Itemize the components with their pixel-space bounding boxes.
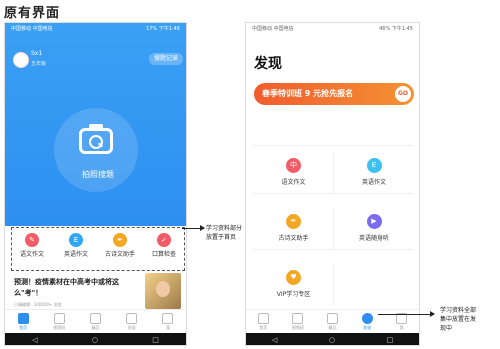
avatar[interactable] [13, 52, 29, 68]
page-caption: 原有界面 [4, 6, 61, 21]
tool-mental-math[interactable]: ✓ 口算检查 [145, 233, 183, 258]
nav-label: 视频班 [53, 325, 66, 330]
user-name: Sx1 [31, 50, 43, 57]
grid-label: 语文作文 [281, 179, 306, 186]
brush-icon: ✒ [113, 233, 127, 247]
nav-label: 发现 [363, 325, 372, 330]
phone-original-discover: 中国移动 中国电信 46% 下午1:45 发现 春季特训班 9 元抢先报名 GO… [245, 22, 420, 346]
article-thumbnail[interactable] [145, 273, 181, 309]
bottom-nav: 首页 视频班 精品 发现 我 [246, 309, 419, 334]
recents-icon[interactable]: □ [152, 336, 159, 344]
status-bar: 中国移动 中国电信 17% 下午1:46 [5, 23, 186, 35]
nav-label: 发现 [127, 325, 136, 330]
nav-label: 精品 [328, 325, 337, 330]
video-icon [53, 313, 65, 324]
nav-home[interactable]: 首页 [8, 310, 38, 334]
banner-text: 春季特训班 9 元抢先报名 [262, 89, 354, 98]
chinese-icon: 中 [286, 158, 301, 173]
video-icon [292, 313, 304, 324]
grid-poetry-helper[interactable]: ✒ 古诗文助手 [254, 208, 334, 250]
bottom-nav: 首页 视频班 精品 发现 我 [5, 309, 186, 334]
back-icon[interactable]: ◁ [32, 336, 37, 344]
tool-label: 古诗文助手 [104, 251, 135, 258]
user-grade: 五年级 [31, 61, 47, 67]
grid-label: VIP学习专区 [276, 291, 311, 298]
status-left: 中国移动 中国电信 [11, 26, 53, 32]
tool-chinese-essay[interactable]: ✎ 语文作文 [13, 233, 51, 258]
nav-home[interactable]: 首页 [248, 310, 278, 334]
nav-me[interactable]: 我 [153, 310, 183, 334]
play-icon [326, 313, 338, 324]
status-bar: 中国移动 中国电信 46% 下午1:45 [246, 23, 419, 35]
nav-label: 我 [399, 325, 404, 330]
grid-vip-zone[interactable]: ♥ VIP学习专区 [254, 264, 334, 306]
nav-premium[interactable]: 精品 [317, 310, 347, 334]
annotation-right-line1: 学习资料全部 [440, 307, 477, 314]
phone-original-home: 中国移动 中国电信 17% 下午1:46 Sx1 五年级 搜题记录 拍照搜题 ✎… [4, 22, 187, 346]
home-circle-icon[interactable]: ○ [329, 336, 335, 344]
play-icon [89, 313, 101, 324]
camera-icon [79, 128, 113, 154]
grid-chinese-essay[interactable]: 中语文作文 [254, 152, 334, 194]
annotation-left: 学习资料部分 放置于首页 [206, 224, 242, 242]
annotation-right-line2: 集中放置在发 [440, 316, 477, 323]
annotation-arrow-left [182, 225, 205, 231]
home-circle-icon[interactable]: ○ [92, 336, 98, 344]
listen-icon: ▶ [366, 214, 382, 229]
pen-icon: ✎ [25, 233, 39, 247]
article-meta: 小猿编辑 · 100000+ 浏览 [14, 302, 62, 307]
check-icon: ✓ [157, 233, 171, 247]
nav-label: 精品 [91, 325, 100, 330]
letter-e-icon: E [69, 233, 83, 247]
nav-video-class[interactable]: 视频班 [44, 310, 74, 334]
annotation-right: 学习资料全部 集中放置在发 现中 [440, 306, 476, 333]
system-nav-bar: ◁ ○ □ [246, 333, 419, 345]
system-nav-bar: ◁ ○ □ [5, 333, 186, 345]
grid-english-listening[interactable]: ▶ 英语随身听 [334, 208, 414, 250]
nav-label: 视频班 [291, 325, 304, 330]
tool-label: 语文作文 [19, 251, 44, 258]
annotation-left-line2: 放置于首页 [206, 234, 237, 241]
compass-icon [361, 313, 373, 324]
grid-label: 英语随身听 [358, 235, 389, 242]
status-right: 46% 下午1:45 [379, 26, 413, 32]
search-record-button[interactable]: 搜题记录 [149, 53, 183, 65]
annotation-right-line3: 现中 [440, 325, 453, 332]
article-headline[interactable]: 预测！疫情素材在中高考中或将这么"考"！ [14, 277, 139, 299]
grid-english-essay[interactable]: E 英语作文 [334, 152, 414, 194]
grid-label: 英语作文 [361, 179, 386, 186]
status-left: 中国移动 中国电信 [252, 26, 294, 32]
nav-label: 我 [165, 325, 170, 330]
tool-row: ✎ 语文作文 E 英语作文 ✒ 古诗文助手 ✓ 口算检查 [13, 233, 183, 258]
back-icon[interactable]: ◁ [272, 336, 277, 344]
nav-label: 首页 [259, 325, 268, 330]
heart-icon: ♥ [286, 270, 301, 285]
recents-icon[interactable]: □ [387, 336, 394, 344]
camera-label: 拍照搜题 [82, 170, 114, 179]
nav-premium[interactable]: 精品 [80, 310, 110, 334]
tool-label: 口算检查 [151, 251, 176, 258]
compass-icon [126, 313, 138, 324]
status-right: 17% 下午1:46 [146, 26, 180, 32]
home-icon [257, 313, 269, 324]
profile-icon [162, 313, 174, 324]
nav-video-class[interactable]: 视频班 [283, 310, 313, 334]
nav-label: 首页 [19, 325, 28, 330]
study-grid: 中语文作文 E 英语作文 ✒ 古诗文助手 ▶ 英语随身听 ♥ VIP学习专区 [254, 145, 414, 326]
tool-poetry-helper[interactable]: ✒ 古诗文助手 [101, 233, 139, 258]
promo-banner[interactable]: 春季特训班 9 元抢先报名 GO [254, 83, 414, 105]
brush-icon: ✒ [286, 214, 301, 229]
annotation-left-line1: 学习资料部分 [206, 225, 243, 232]
annotation-arrow-right [378, 311, 435, 317]
nav-discover[interactable]: 发现 [117, 310, 147, 334]
go-button[interactable]: GO [395, 86, 411, 102]
home-icon [17, 313, 29, 324]
grid-label: 古诗文助手 [278, 235, 309, 242]
tool-english-essay[interactable]: E 英语作文 [57, 233, 95, 258]
letter-e-icon: E [366, 158, 382, 173]
tool-label: 英语作文 [63, 251, 88, 258]
page-title: 发现 [254, 56, 282, 72]
